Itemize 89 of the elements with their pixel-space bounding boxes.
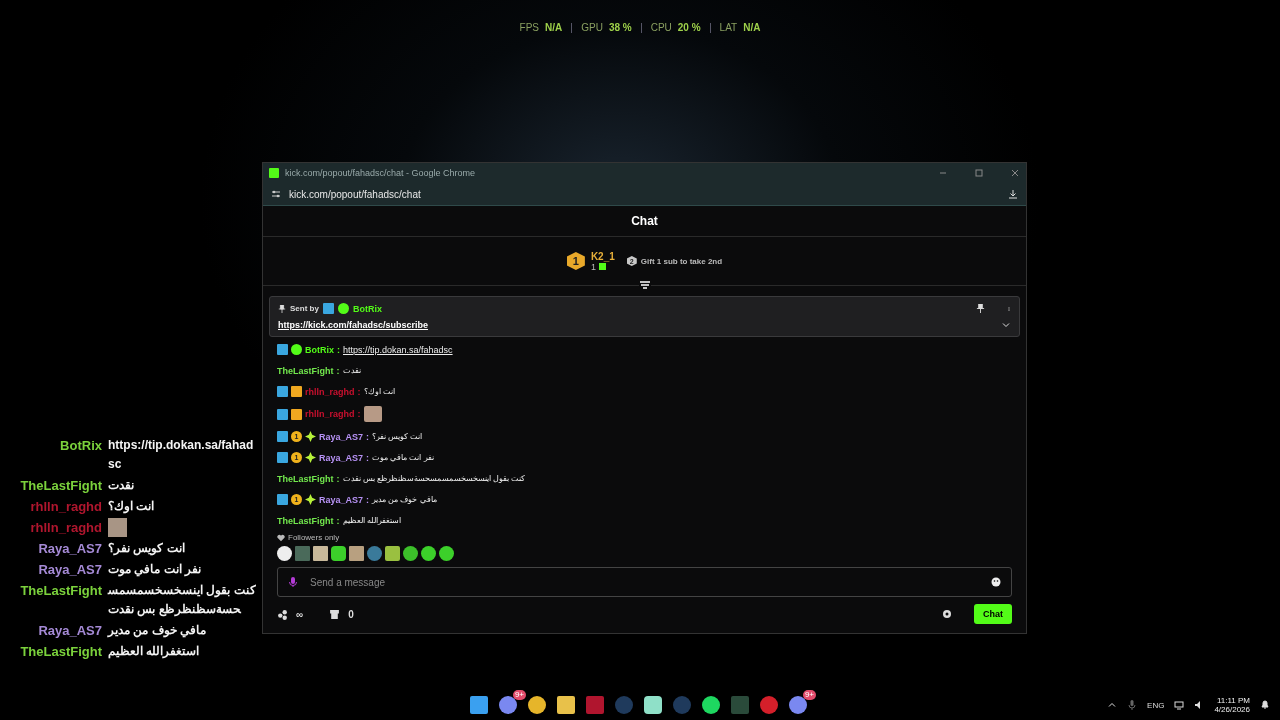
message-text: https://tip.dokan.sa/fahadsc [108,437,255,473]
message-text: كنت بقول اينسخسخسمسمسحسةسظنظرظع بس نقدت [108,582,257,619]
emoji-icon[interactable] [991,577,1001,587]
points-count: ∞ [296,608,304,620]
download-icon[interactable] [1008,189,1018,199]
message-text: انت اوك؟ [363,387,395,396]
notification-badge: 9+ [802,690,816,700]
name-separator: : [336,473,340,484]
store-count: 0 [348,608,354,620]
name-separator: : [357,386,361,397]
gift-count: 1 [590,261,596,272]
name-separator: : [336,515,340,526]
message-text: كنت بقول اينسخسخسمسمسحسةسظنظرظع بس نقدت [342,474,526,483]
microphone-icon [288,576,298,588]
store-icon[interactable] [329,608,341,620]
pinned-link[interactable]: https://kick.com/fahadsc/subscribe [278,320,429,330]
address-bar[interactable]: kick.com/popout/fahadsc/chat [263,183,1026,206]
message-text: نفر انت مافي موت [108,561,202,579]
overlay-username: BotRix [59,437,102,455]
chat-heading: Chat [263,206,1026,237]
stat-value: N/A [545,22,563,33]
overlay-username: rhlln_raghd [29,519,102,537]
send-button[interactable]: Chat [974,604,1012,624]
bell-icon[interactable] [1260,700,1270,710]
message-text: نفر انت مافي موت [372,453,434,462]
stat-value: N/A [743,22,761,33]
photo-placeholder [363,406,382,422]
chat-username[interactable]: TheLastFight [277,515,334,526]
message-link[interactable]: https://tip.dokan.sa/fahadsc [343,344,453,355]
chat-username[interactable]: BotRix [305,344,334,355]
name-separator: : [336,365,340,376]
notification-badge: 9+ [512,690,526,700]
close-icon[interactable] [1010,168,1020,178]
window-title: kick.com/popout/fahadsc/chat - Google Chrome [285,168,477,178]
name-separator: : [357,409,361,419]
message-text: استغفرالله العظيم [108,643,201,661]
message-text: مافي خوف من مدير [108,622,207,640]
name-separator: : [366,452,370,463]
name-separator: : [366,494,370,505]
stat-label: LAT [719,22,738,33]
stat-value: 20 % [677,22,701,33]
address-text: kick.com/popout/fahadsc/chat [289,188,422,200]
rank-badge: 1 [566,252,585,270]
message-text: انت كويس نفر؟ [108,540,186,558]
overlay-username: rhlln_raghd [29,498,102,516]
overlay-username: TheLastFight [19,582,102,600]
chevron-down-icon[interactable] [1001,320,1011,330]
message-text: انت كويس نفر؟ [372,432,423,441]
stat-label: GPU [581,22,603,33]
name-separator: : [337,344,340,355]
chevron-up-icon[interactable] [1107,700,1118,710]
maximize-icon[interactable] [974,168,984,178]
gift-hint: Gift 1 sub to take 2nd [640,256,723,266]
leader-name: K2_1 [590,250,615,262]
heart-icon [277,533,285,542]
pinned-label: Sent by [290,304,319,313]
overlay-username: TheLastFight [19,477,102,495]
name-separator: : [366,431,370,442]
overlay-username: TheLastFight [19,643,102,661]
message-input[interactable]: Send a message [308,575,981,589]
stat-label: CPU [650,22,672,33]
settings-icon[interactable] [942,609,952,619]
pinned-author: BotRix [352,303,382,314]
points-icon[interactable] [277,608,288,620]
photo-placeholder [108,518,127,537]
message-text: انت اوك؟ [108,498,156,516]
chat-username[interactable]: TheLastFight [277,473,334,484]
overlay-username: Raya_AS7 [37,622,102,640]
microphone-icon[interactable] [1127,700,1138,710]
chat-username[interactable]: Raya_AS7 [319,431,364,442]
chat-mode-label: Followers only [288,533,340,542]
message-text: مافي خوف من مدير [372,495,437,504]
site-settings-icon[interactable] [271,189,281,199]
language-indicator[interactable]: ENG [1147,700,1165,710]
network-icon[interactable] [1174,700,1185,710]
message-text: نقدت [108,477,135,494]
chat-username[interactable]: Raya_AS7 [319,452,364,463]
message-text: استغفرالله العظيم [342,516,401,525]
overlay-username: Raya_AS7 [37,561,102,579]
stat-value: 38 % [608,22,632,33]
message-field[interactable]: Send a message [277,567,1012,597]
stat-label: FPS [519,22,539,33]
chat-username[interactable]: TheLastFight [277,365,334,376]
message-text: نقدت [342,366,361,375]
overlay-username: Raya_AS7 [37,540,102,558]
pin-icon[interactable] [976,304,985,313]
clock[interactable]: 11:11 PM 4/26/2026 [1214,696,1250,714]
pin-icon [278,304,286,313]
chat-username[interactable]: Raya_AS7 [319,494,364,505]
